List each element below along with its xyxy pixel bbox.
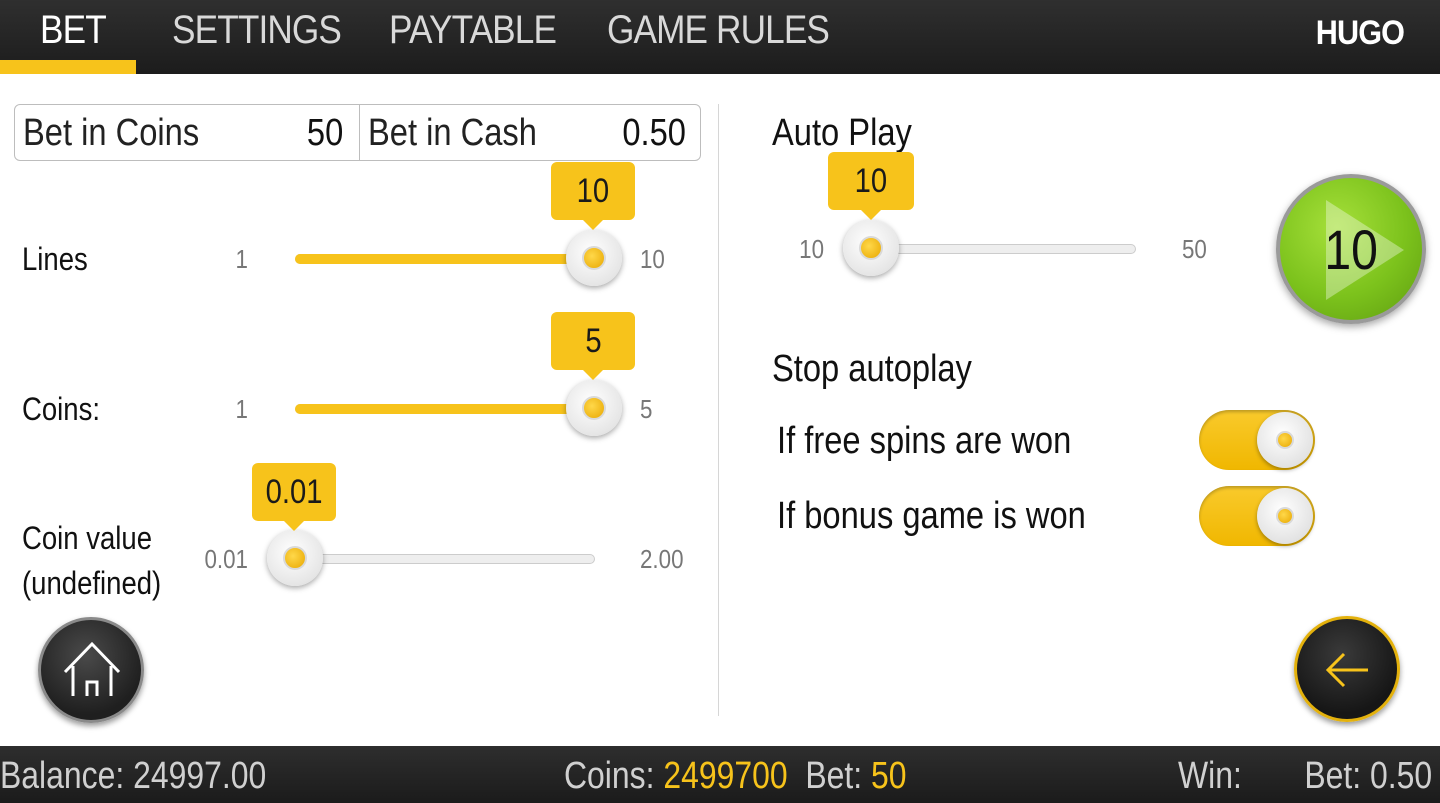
win-readout: Win: — [1178, 754, 1242, 798]
bonus-game-option-label: If bonus game is won — [777, 495, 1086, 537]
game-logo: HUGO — [1315, 14, 1405, 52]
arrow-left-icon — [1325, 652, 1368, 688]
bet-in-coins-label: Bet in Coins — [23, 112, 200, 154]
coins-slider-handle[interactable] — [566, 380, 622, 436]
start-autoplay-button[interactable]: 10 — [1276, 174, 1426, 324]
summary-divider — [359, 105, 360, 160]
coins-min: 1 — [235, 394, 248, 424]
tab-game-rules[interactable]: GAME RULES — [607, 0, 830, 74]
coins-value-bubble: 5 — [551, 312, 635, 380]
back-button[interactable] — [1294, 616, 1400, 722]
autoplay-max: 50 — [1182, 234, 1207, 264]
home-button[interactable] — [38, 617, 144, 723]
win-label: Win: — [1178, 755, 1242, 797]
balance-readout: Balance: 24997.00 — [0, 754, 266, 798]
stop-autoplay-title: Stop autoplay — [772, 348, 972, 390]
lines-value-bubble: 10 — [551, 162, 635, 230]
coin-value-min: 0.01 — [204, 544, 248, 574]
active-tab-indicator — [0, 60, 136, 74]
coin-value-label: Coin value — [22, 520, 153, 556]
lines-slider-fill — [295, 254, 595, 264]
coin-value-slider-handle[interactable] — [267, 530, 323, 586]
bet-coins-value: 50 — [871, 755, 907, 797]
autoplay-value-bubble: 10 — [828, 152, 914, 220]
bet-summary: Bet in Coins 50 Bet in Cash 0.50 — [14, 104, 701, 161]
tab-paytable[interactable]: PAYTABLE — [389, 0, 557, 74]
bet-in-cash-label: Bet in Cash — [368, 112, 537, 154]
autoplay-min: 10 — [799, 234, 824, 264]
coins-bet-readout: Coins: 2499700 Bet: 50 — [564, 754, 907, 798]
autoplay-slider-track[interactable] — [870, 244, 1136, 254]
free-spins-toggle[interactable] — [1199, 410, 1315, 470]
lines-label: Lines — [22, 241, 88, 277]
bet-coins-label: Bet: — [805, 755, 863, 797]
balance-label: Balance: — [0, 755, 125, 797]
top-nav: BET SETTINGS PAYTABLE GAME RULES HUGO — [0, 0, 1440, 74]
home-icon — [63, 641, 121, 696]
coins-slider-track[interactable] — [295, 404, 595, 414]
bet-cash-readout: Bet: 0.50 — [1304, 754, 1432, 798]
free-spins-option-label: If free spins are won — [777, 420, 1072, 462]
bonus-game-toggle-thumb — [1257, 488, 1313, 544]
autoplay-count: 10 — [1324, 218, 1378, 281]
status-bar: Balance: 24997.00 Coins: 2499700 Bet: 50… — [0, 746, 1440, 803]
free-spins-toggle-thumb — [1257, 412, 1313, 468]
coins-slider-fill — [295, 404, 595, 414]
bet-cash-label: Bet: — [1304, 755, 1361, 797]
autoplay-slider-handle[interactable] — [843, 220, 899, 276]
coin-value-bubble: 0.01 — [252, 463, 336, 531]
coins-label: Coins: — [22, 391, 101, 427]
balance-value: 24997.00 — [133, 755, 267, 797]
coins-total-value: 2499700 — [663, 755, 788, 797]
lines-slider-handle[interactable] — [566, 230, 622, 286]
lines-max: 10 — [640, 244, 665, 274]
bet-cash-value: 0.50 — [1369, 755, 1432, 797]
auto-play-title: Auto Play — [772, 112, 912, 154]
panel-divider — [718, 104, 719, 716]
lines-slider-track[interactable] — [295, 254, 595, 264]
tab-settings[interactable]: SETTINGS — [172, 0, 342, 74]
lines-min: 1 — [235, 244, 248, 274]
coin-value-sublabel: (undefined) — [22, 565, 162, 601]
coin-value-slider-track[interactable] — [295, 554, 595, 564]
bet-in-coins-value: 50 — [306, 112, 343, 154]
coins-total-label: Coins: — [564, 755, 655, 797]
bet-in-cash-value: 0.50 — [622, 112, 686, 154]
coins-max: 5 — [640, 394, 653, 424]
bonus-game-toggle[interactable] — [1199, 486, 1315, 546]
coin-value-max: 2.00 — [640, 544, 684, 574]
